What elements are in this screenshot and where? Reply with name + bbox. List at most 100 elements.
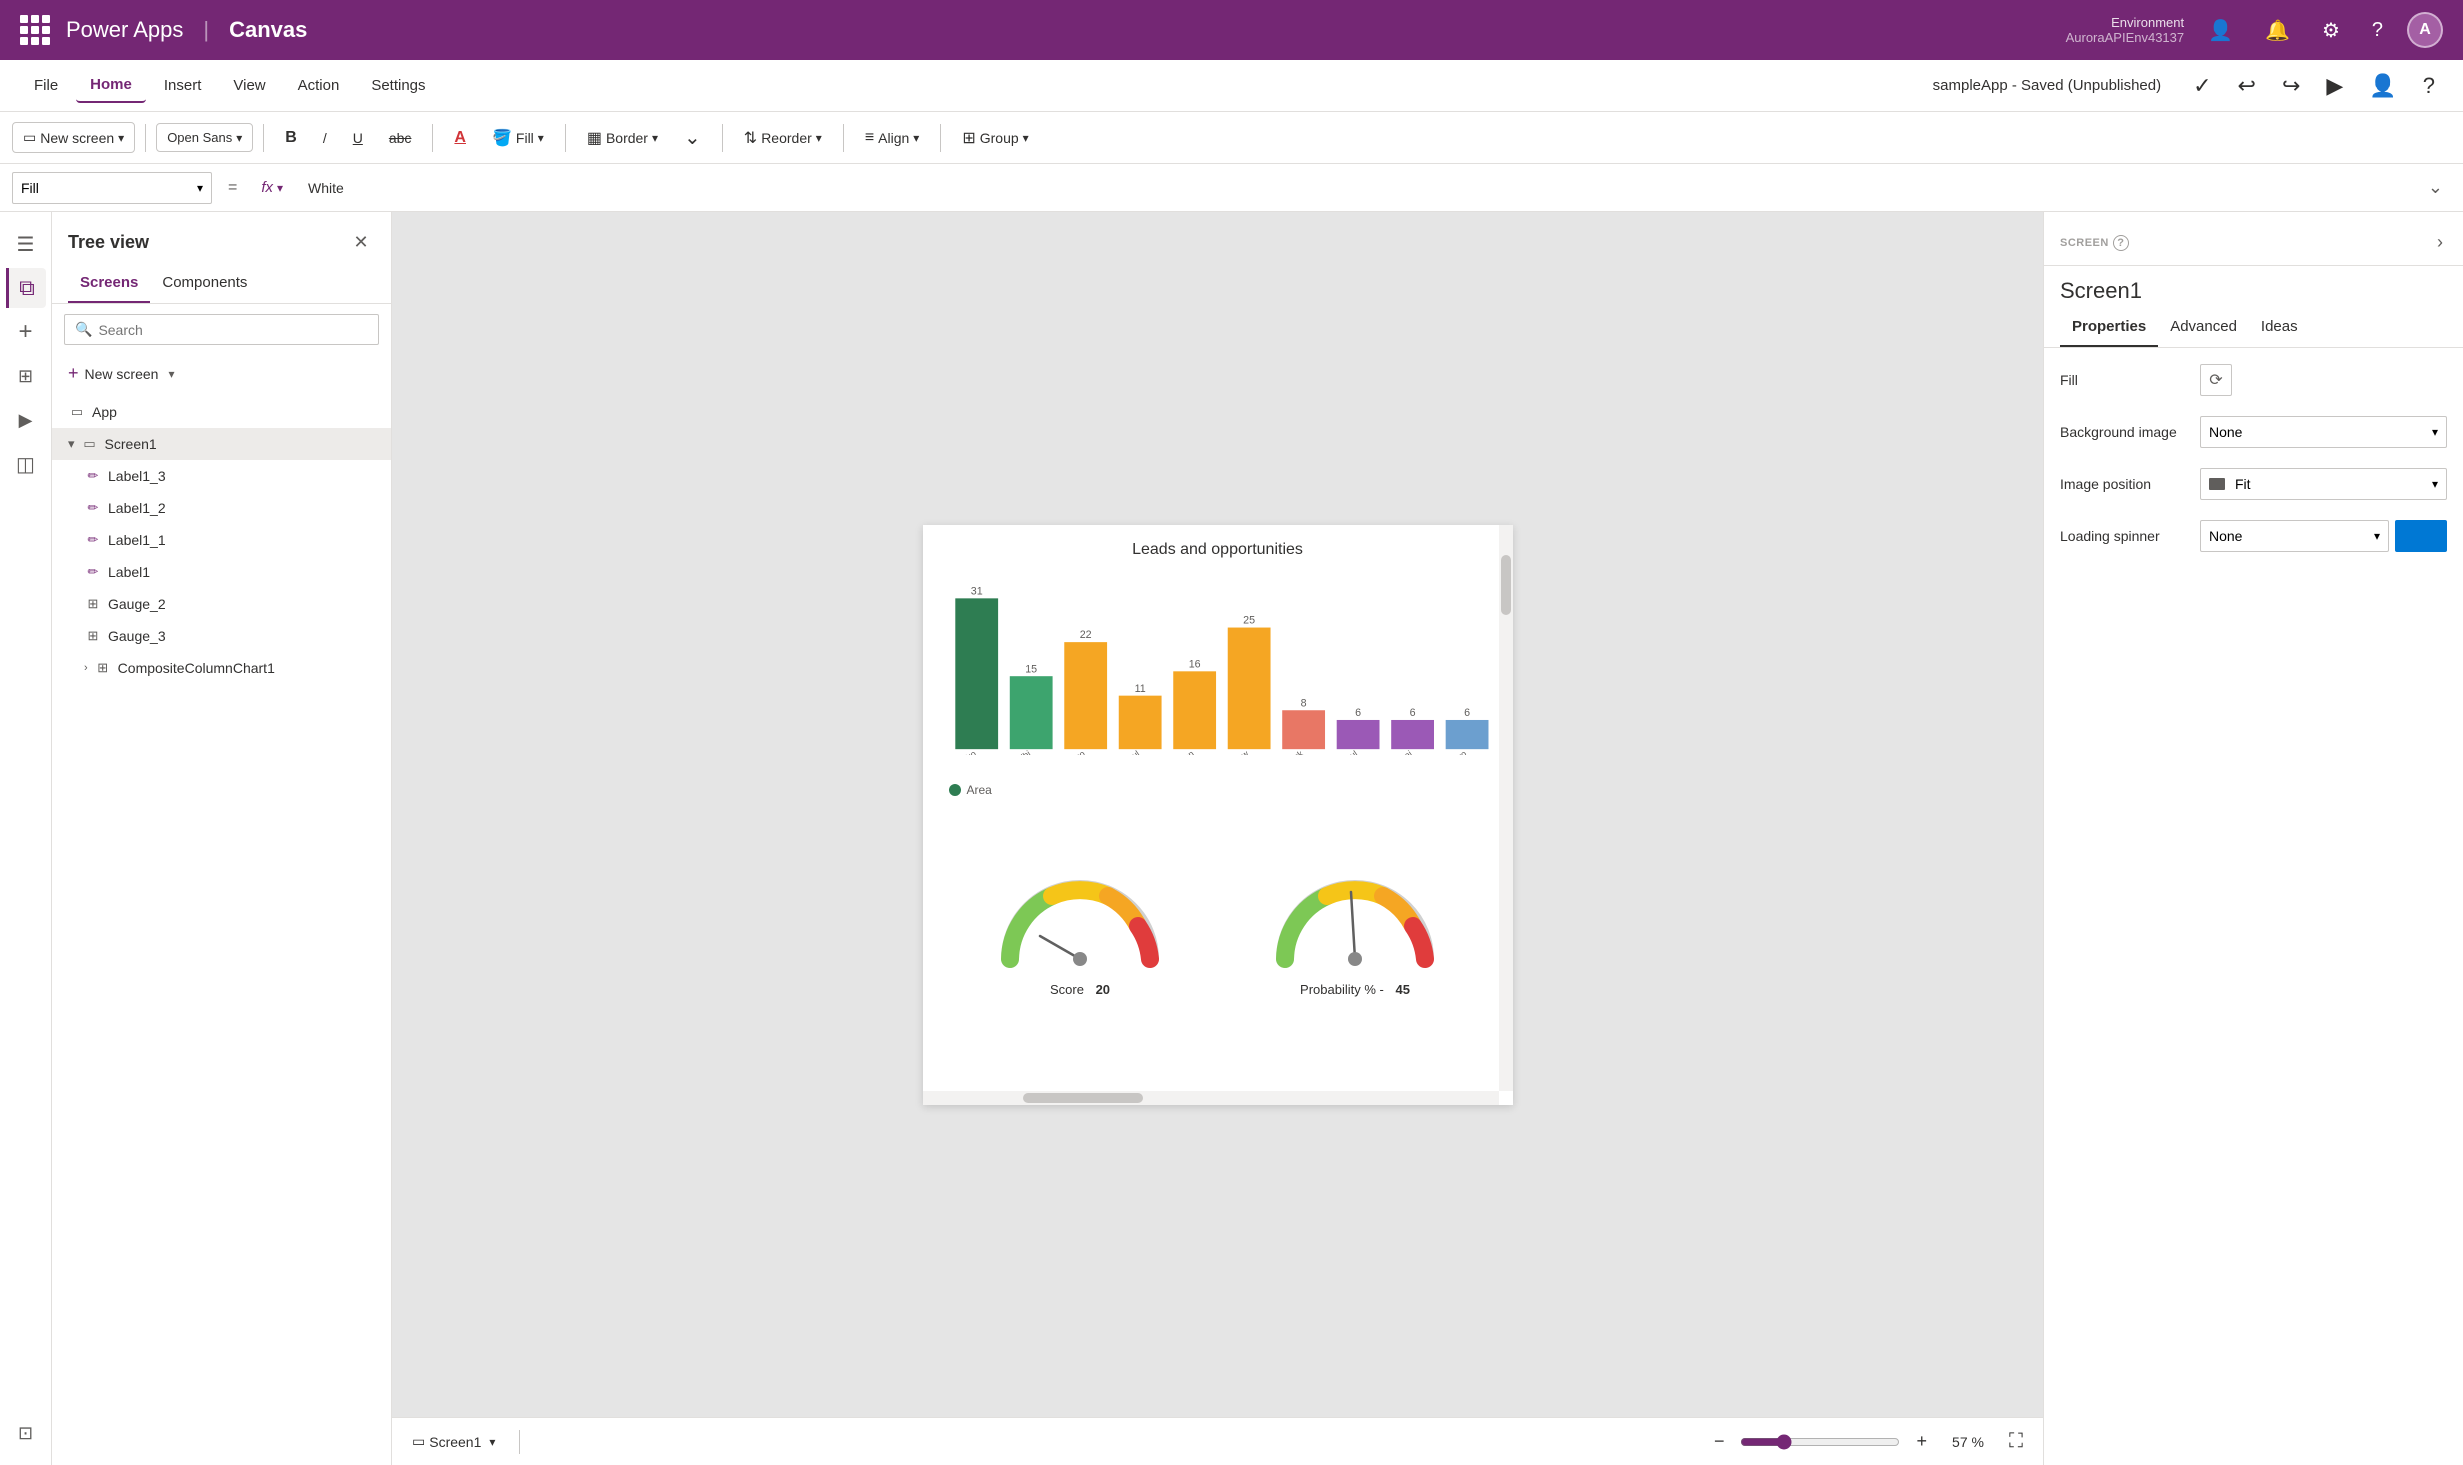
variables-icon[interactable]: ⊡ (6, 1413, 46, 1453)
tab-screens[interactable]: Screens (68, 264, 150, 303)
screen-name-label: Screen1 (429, 1434, 481, 1450)
canvas[interactable]: Leads and opportunities 31 15 (392, 212, 2043, 1417)
menu-view[interactable]: View (219, 69, 279, 102)
data-icon[interactable]: ⊞ (6, 356, 46, 396)
search-input[interactable] (98, 322, 368, 338)
canvas-area: Leads and opportunities 31 15 (392, 212, 2043, 1465)
rp-tab-ideas[interactable]: Ideas (2249, 308, 2310, 347)
hamburger-menu-icon[interactable]: ☰ (6, 224, 46, 264)
zoom-out-button[interactable]: − (1706, 1427, 1733, 1456)
down-chevron-icon: ⌄ (684, 125, 701, 150)
menu-action[interactable]: Action (284, 69, 354, 102)
tree-item-chart1[interactable]: › ⊞ CompositeColumnChart1 (52, 652, 391, 684)
fx-icon: fx (261, 179, 273, 196)
bold-button[interactable]: B (274, 122, 308, 154)
toolbar-sep-7 (940, 124, 941, 152)
gauge1-wrap: Score 20 (990, 864, 1170, 997)
align-chevron-icon: ▾ (913, 131, 919, 145)
screen-selector[interactable]: ▭ Screen1 ▾ (404, 1429, 503, 1454)
settings-icon[interactable]: ⚙ (2314, 10, 2348, 51)
rp-expand-button[interactable]: › (2433, 228, 2447, 257)
canvas-scrollbar-vertical[interactable] (1499, 525, 1513, 1091)
help-circle-icon[interactable]: ? (2113, 235, 2129, 251)
toolbar-sep-1 (145, 124, 146, 152)
add-control-icon[interactable]: + (6, 312, 46, 352)
tree-panel-close-button[interactable]: ✕ (347, 228, 375, 256)
share-icon[interactable]: 👤 (2361, 65, 2404, 107)
fill-fx-icon: ⟳ (2209, 370, 2222, 390)
fill-color-button[interactable]: ⟳ (2200, 364, 2232, 396)
strikethrough-button[interactable]: abc (378, 123, 423, 153)
undo-icon[interactable]: ↩ (2230, 65, 2264, 107)
down-arrow-button[interactable]: ⌄ (673, 118, 712, 157)
bg-image-dropdown[interactable]: None ▾ (2200, 416, 2447, 448)
font-selector[interactable]: Open Sans ▾ (156, 123, 253, 152)
tree-item-app[interactable]: ▭ App (52, 396, 391, 428)
rp-tab-advanced[interactable]: Advanced (2158, 308, 2249, 347)
zoom-in-button[interactable]: + (1908, 1427, 1935, 1456)
layers-icon[interactable]: ⧉ (6, 268, 46, 308)
fx-button[interactable]: fx ▾ (253, 179, 291, 196)
property-selector[interactable]: Fill ▾ (12, 172, 212, 204)
formula-expand-icon[interactable]: ⌄ (2420, 177, 2451, 198)
fill-icon: 🪣 (492, 128, 512, 148)
svg-text:31: 31 (970, 585, 982, 597)
img-pos-dropdown[interactable]: Fit ▾ (2200, 468, 2447, 500)
tree-item-label1-3[interactable]: ✏ Label1_3 (52, 460, 391, 492)
fill-button[interactable]: 🪣 Fill ▾ (481, 121, 555, 155)
bg-image-chevron-icon: ▾ (2432, 425, 2438, 439)
loading-spinner-dropdown[interactable]: None ▾ (2200, 520, 2389, 552)
group-icon: ⊞ (962, 128, 975, 148)
group-button[interactable]: ⊞ Group ▾ (951, 121, 1039, 155)
border-button[interactable]: ▦ Border ▾ (576, 121, 669, 155)
notification-icon[interactable]: 🔔 (2257, 10, 2298, 51)
tree-item-gauge3[interactable]: ⊞ Gauge_3 (52, 620, 391, 652)
search-container: 🔍 (64, 314, 379, 345)
apps-grid-icon[interactable] (20, 15, 50, 45)
canvas-scrollbar-horizontal[interactable] (923, 1091, 1499, 1105)
menu-settings[interactable]: Settings (357, 69, 439, 102)
formula-input[interactable] (299, 172, 2412, 204)
app-status: sampleApp - Saved (Unpublished) (1933, 77, 2161, 94)
gauge-icon: ⊞ (84, 595, 102, 613)
new-screen-button[interactable]: ▭ New screen ▾ (12, 122, 135, 153)
spinner-color-button[interactable] (2395, 520, 2447, 552)
help-icon[interactable]: ? (2364, 11, 2391, 50)
env-label: Environment (2066, 15, 2185, 30)
tree-item-gauge2[interactable]: ⊞ Gauge_2 (52, 588, 391, 620)
redo-icon[interactable]: ↪ (2274, 65, 2308, 107)
tab-components[interactable]: Components (150, 264, 259, 303)
img-pos-label: Image position (2060, 476, 2200, 492)
zoom-slider[interactable] (1740, 1434, 1900, 1450)
fullscreen-button[interactable]: ⛶ (2001, 1426, 2031, 1457)
tree-item-label1[interactable]: ✏ Label1 (52, 556, 391, 588)
svg-text:6: 6 (1464, 707, 1470, 719)
rp-tab-properties[interactable]: Properties (2060, 308, 2158, 347)
svg-text:London: London (1166, 748, 1196, 755)
menu-home[interactable]: Home (76, 68, 146, 103)
toolbar-sep-2 (263, 124, 264, 152)
menu-file[interactable]: File (20, 69, 72, 102)
avatar[interactable]: A (2407, 12, 2443, 48)
media-icon[interactable]: ▶ (6, 400, 46, 440)
toolbar-help-icon[interactable]: ? (2415, 65, 2443, 107)
underline-button[interactable]: U (342, 123, 374, 153)
tree-item-label1-1[interactable]: ✏ Label1_1 (52, 524, 391, 556)
italic-button[interactable]: / (312, 123, 338, 153)
rp-section-label: SCREEN ? (2060, 235, 2129, 251)
new-screen-button[interactable]: + New screen ▾ (52, 355, 391, 392)
menu-insert[interactable]: Insert (150, 69, 216, 102)
menubar: File Home Insert View Action Settings sa… (0, 60, 2463, 112)
align-button[interactable]: ≡ Align ▾ (854, 122, 931, 154)
check-icon[interactable]: ✓ (2185, 65, 2219, 107)
brand-name: Power Apps (66, 17, 183, 43)
reorder-button[interactable]: ⇅ Reorder ▾ (733, 121, 833, 155)
components-icon[interactable]: ◫ (6, 444, 46, 484)
tree-item-label1-2[interactable]: ✏ Label1_2 (52, 492, 391, 524)
play-icon[interactable]: ▶ (2318, 65, 2351, 107)
fill-control: ⟳ (2200, 364, 2447, 396)
environment-icon[interactable]: 👤 (2200, 10, 2241, 51)
font-color-button[interactable]: A (443, 122, 477, 154)
font-chevron-icon: ▾ (236, 131, 242, 145)
tree-item-screen1[interactable]: ▾ ▭ Screen1 ··· (52, 428, 391, 460)
